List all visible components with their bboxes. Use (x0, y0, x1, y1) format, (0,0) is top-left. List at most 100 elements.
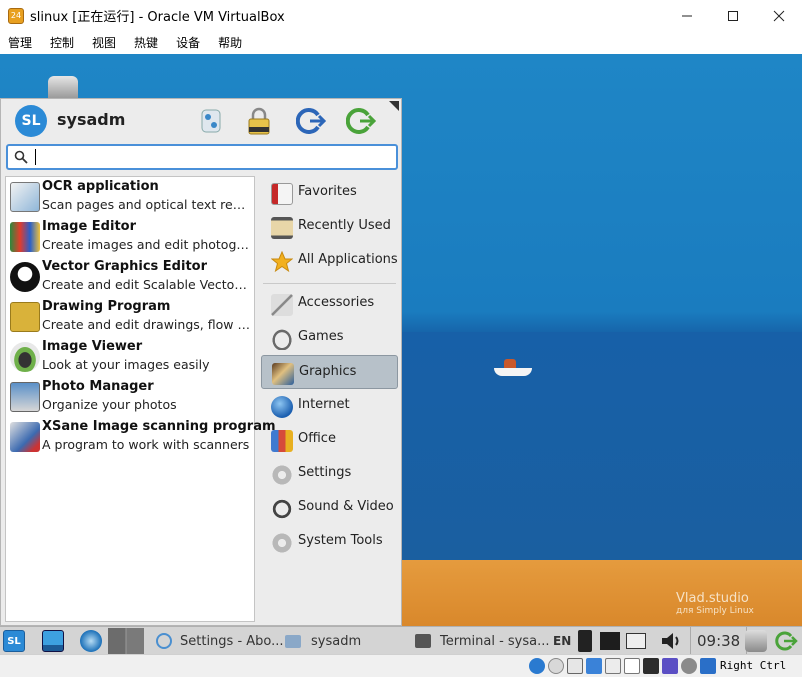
category-label: Internet (298, 397, 350, 412)
category-label: Graphics (299, 364, 357, 379)
list-item[interactable]: Photo Manager Organize your photos (6, 377, 254, 417)
gear-icon (271, 464, 293, 486)
app-description: Create images and edit photographs (42, 237, 250, 252)
category-accessories[interactable]: Accessories (261, 287, 398, 321)
shared-folders-status-icon[interactable] (624, 658, 640, 674)
task-settings[interactable]: Settings - Abo... (156, 627, 284, 655)
category-games[interactable]: Games (261, 321, 398, 355)
show-desktop-button[interactable] (42, 627, 64, 655)
list-item[interactable]: Vector Graphics Editor Create and edit S… (6, 257, 254, 297)
app-description: Create and edit drawings, flow charts (42, 317, 250, 332)
photo-manager-icon (10, 382, 40, 412)
trash-desktop-icon[interactable] (48, 76, 78, 98)
menu-devices[interactable]: 设备 (176, 34, 200, 51)
app-name: XSane Image scanning program (42, 419, 276, 434)
gamepad-icon (271, 328, 293, 350)
window-title: slinux [正在运行] - Oracle VM VirtualBox (30, 10, 285, 25)
whisker-menu: SL sysadm OCR application Scan pages and… (0, 98, 402, 626)
watermark-subtitle: для Simply Linux (676, 606, 754, 616)
terminal-task-icon (415, 634, 431, 648)
menu-control[interactable]: 控制 (50, 34, 74, 51)
switch-user-button[interactable] (295, 105, 327, 137)
task-terminal[interactable]: Terminal - sysa... (415, 627, 550, 655)
search-icon (14, 150, 28, 164)
app-description: Look at your images easily (42, 357, 210, 372)
settings-task-icon (156, 633, 172, 649)
settings-manager-button[interactable] (195, 105, 227, 137)
minimize-button[interactable] (664, 0, 710, 31)
category-all-applications[interactable]: All Applications (261, 244, 398, 278)
toggle-settings-icon (201, 109, 221, 133)
app-name: Image Editor (42, 219, 137, 234)
category-settings[interactable]: Settings (261, 457, 398, 491)
app-name: Image Viewer (42, 339, 143, 354)
category-sound-video[interactable]: Sound & Video (261, 491, 398, 525)
scanner-icon (10, 422, 40, 452)
vector-graphics-icon (10, 262, 40, 292)
search-input[interactable] (34, 148, 394, 166)
host-status-bar: Right Ctrl (0, 654, 802, 677)
menu-manage[interactable]: 管理 (8, 34, 32, 51)
list-item[interactable]: Drawing Program Create and edit drawings… (6, 297, 254, 337)
browser-launcher[interactable] (80, 627, 102, 655)
app-name: Photo Manager (42, 379, 154, 394)
log-out-button[interactable] (345, 105, 377, 137)
usb-status-icon[interactable] (605, 658, 621, 674)
category-recently-used[interactable]: Recently Used (261, 210, 398, 244)
category-office[interactable]: Office (261, 423, 398, 457)
ocr-icon (10, 182, 40, 212)
watermark-title: Vlad.studio (676, 591, 749, 606)
lock-screen-button[interactable] (243, 105, 275, 137)
category-internet[interactable]: Internet (261, 389, 398, 423)
host-menu-bar: 管理 控制 视图 热键 设备 帮助 (0, 31, 802, 54)
optical-drive-status-icon[interactable] (548, 658, 564, 674)
list-item[interactable]: XSane Image scanning program A program t… (6, 417, 276, 457)
list-item[interactable]: Image Editor Create images and edit phot… (6, 217, 254, 257)
search-field[interactable] (6, 144, 398, 170)
network-status-icon[interactable] (586, 658, 602, 674)
image-viewer-icon (10, 342, 40, 372)
maximize-button[interactable] (710, 0, 756, 31)
app-description: Scan pages and optical text recognition (42, 197, 250, 212)
menu-header: SL sysadm (1, 99, 401, 143)
updates-indicator[interactable] (745, 627, 767, 655)
category-system-tools[interactable]: System Tools (261, 525, 398, 559)
guest-desktop: Vlad.studio для Simply Linux SL sysadm O… (0, 54, 802, 626)
task-file-manager[interactable]: sysadm (285, 627, 361, 655)
category-favorites[interactable]: Favorites (261, 176, 398, 210)
category-graphics[interactable]: Graphics (261, 355, 398, 389)
mouse-integration-status-icon[interactable] (700, 658, 716, 674)
volume-control[interactable] (660, 627, 682, 655)
display-status-icon[interactable] (643, 658, 659, 674)
hard-disk-status-icon[interactable] (529, 658, 545, 674)
category-label: Games (298, 329, 344, 344)
task-label: Terminal - sysa... (440, 633, 550, 649)
category-label: Office (298, 431, 336, 446)
menu-view[interactable]: 视图 (92, 34, 116, 51)
app-description: A program to work with scanners (42, 437, 250, 452)
globe-launcher-icon (80, 630, 102, 652)
virtualbox-app-icon: 24 (8, 7, 24, 24)
category-divider (263, 283, 396, 284)
workspace-switcher[interactable] (108, 627, 144, 655)
audio-status-icon[interactable] (567, 658, 583, 674)
app-description: Create and edit Scalable Vector Graphics (42, 277, 250, 292)
whisker-menu-button[interactable]: SL (3, 627, 25, 655)
speaker-icon (662, 633, 679, 649)
display-indicator[interactable] (600, 627, 620, 655)
list-item[interactable]: OCR application Scan pages and optical t… (6, 177, 254, 217)
panel-clock[interactable]: 09:38 (690, 627, 748, 655)
battery-indicator[interactable] (578, 627, 592, 655)
menu-hotkeys[interactable]: 热键 (134, 34, 158, 51)
list-item[interactable]: Image Viewer Look at your images easily (6, 337, 254, 377)
close-button[interactable] (756, 0, 802, 31)
category-label: Settings (298, 465, 352, 480)
bookmark-icon (271, 183, 293, 205)
printer-indicator[interactable] (626, 627, 646, 655)
menu-help[interactable]: 帮助 (218, 34, 242, 51)
cpu-status-icon[interactable] (681, 658, 697, 674)
video-capture-status-icon[interactable] (662, 658, 678, 674)
keyboard-layout[interactable]: EN (553, 627, 571, 655)
panel-logout-button[interactable] (774, 627, 798, 655)
category-label: Accessories (298, 295, 375, 310)
